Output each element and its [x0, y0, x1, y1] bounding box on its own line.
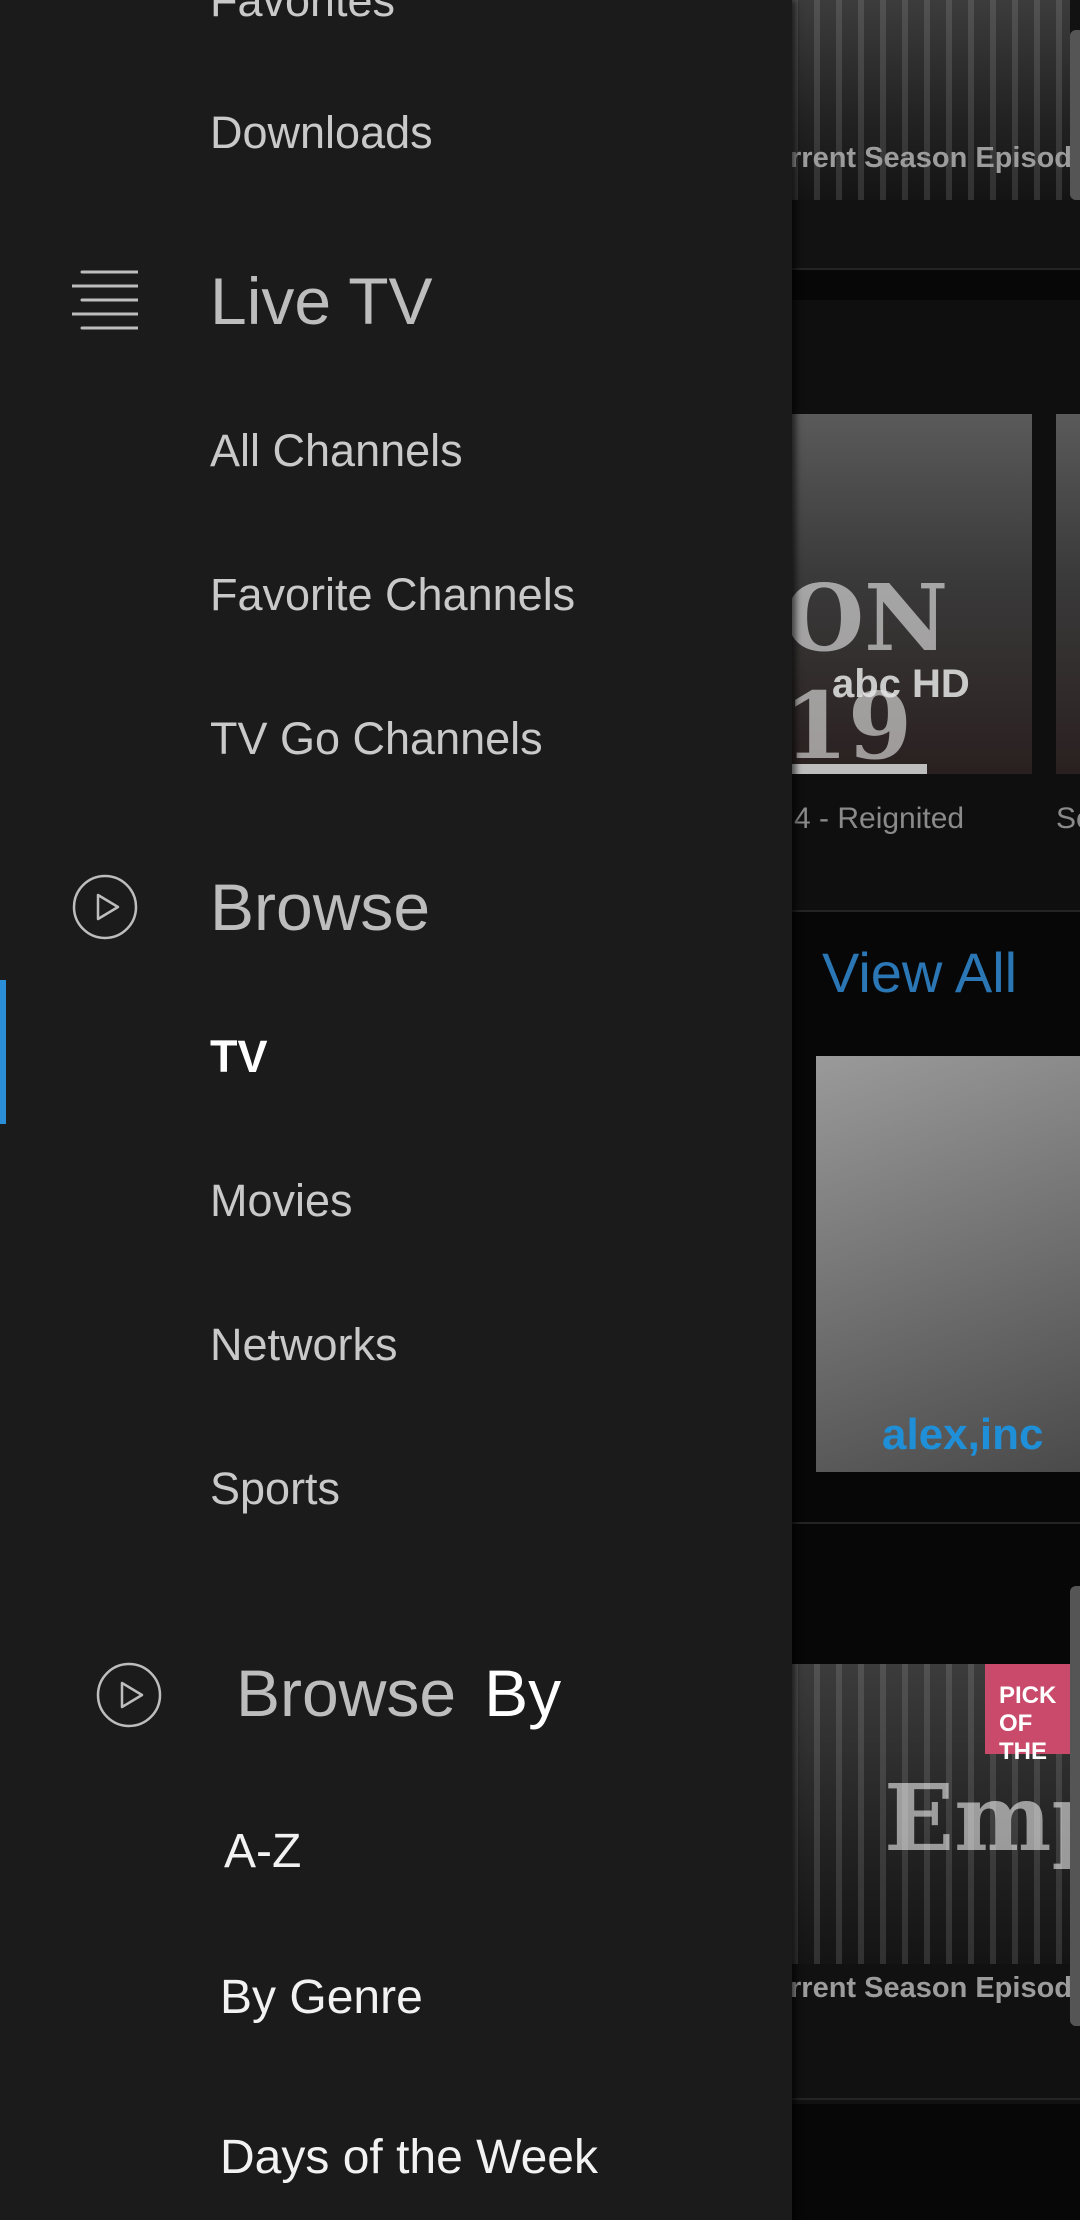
- drawer-item-favorite-channels[interactable]: Favorite Channels: [210, 572, 575, 617]
- view-all-link[interactable]: View All: [822, 940, 1017, 1005]
- abc-logo: abc HD: [832, 662, 970, 706]
- scroll-edge-handle[interactable]: [1070, 1586, 1080, 2026]
- bg-caption-bottom: rrent Season Episode: [790, 1972, 1080, 2004]
- bg-thumbnail-title: Empir: [884, 1764, 1080, 1872]
- play-circle-icon: [96, 1662, 162, 1728]
- bg-caption-mid: 4 - Reignited: [794, 802, 965, 835]
- browse-by-title-part1: Browse: [236, 1656, 457, 1730]
- navigation-drawer: Favorites Downloads Live TV All Channels…: [0, 0, 792, 2220]
- bg-divider: [792, 2098, 1080, 2100]
- bg-divider: [792, 910, 1080, 912]
- drawer-item-days-of-the-week[interactable]: Days of the Week: [220, 2134, 598, 2182]
- section-title-browse: Browse: [210, 870, 431, 944]
- bg-thumbnail-empire[interactable]: Empir PICK OF THE: [792, 1664, 1080, 1964]
- bg-thumbnail-station[interactable]: ON 19 abc HD: [792, 414, 1032, 774]
- guide-lines-icon: [72, 270, 138, 330]
- drawer-item-sports[interactable]: Sports: [210, 1466, 340, 1511]
- drawer-item-all-channels[interactable]: All Channels: [210, 428, 463, 473]
- drawer-item-favorites[interactable]: Favorites: [210, 0, 395, 23]
- section-title-browse-by: Browse By: [236, 1660, 561, 1726]
- drawer-item-tv[interactable]: TV: [210, 1034, 268, 1079]
- drawer-item-networks[interactable]: Networks: [210, 1322, 398, 1367]
- bg-thumbnail-alex-inc[interactable]: alex,inc: [816, 1056, 1080, 1472]
- pick-badge: PICK OF THE: [985, 1664, 1080, 1765]
- drawer-item-a-z[interactable]: A-Z: [224, 1828, 301, 1876]
- section-title-live-tv: Live TV: [210, 264, 433, 338]
- screen: rrent Season Episode ON 19 abc HD 4 - Re…: [0, 0, 1080, 2220]
- bg-divider: [792, 268, 1080, 270]
- browse-by-title-part2: By: [484, 1656, 562, 1730]
- bg-caption-top: rrent Season Episode: [790, 142, 1080, 174]
- watch-progress-bar: [792, 764, 927, 774]
- drawer-item-downloads[interactable]: Downloads: [210, 110, 433, 155]
- active-item-indicator: [0, 980, 6, 1124]
- bg-divider: [792, 1522, 1080, 1524]
- play-circle-icon: [72, 874, 138, 940]
- drawer-item-by-genre[interactable]: By Genre: [220, 1974, 423, 2022]
- alex-inc-logo: alex,inc: [882, 1410, 1044, 1459]
- bg-thumbnail-next[interactable]: [1056, 414, 1080, 774]
- drawer-item-movies[interactable]: Movies: [210, 1178, 353, 1223]
- bg-caption-mid-right: Se: [1056, 802, 1080, 835]
- drawer-item-tv-go-channels[interactable]: TV Go Channels: [210, 716, 543, 761]
- scroll-edge-handle[interactable]: [1070, 30, 1080, 200]
